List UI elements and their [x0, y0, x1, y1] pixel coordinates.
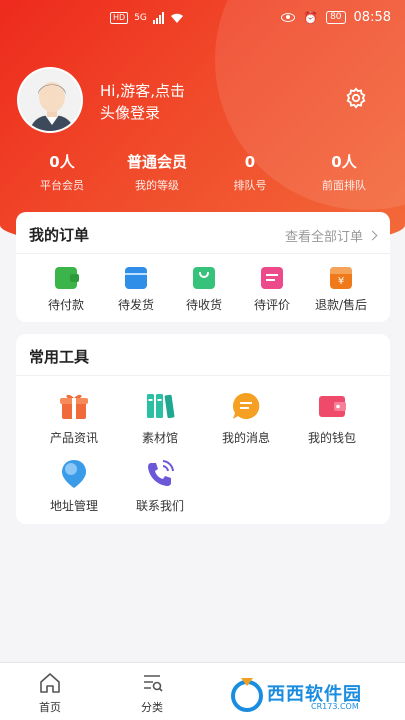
order-label: 待发货 — [117, 298, 154, 312]
tool-label: 我的消息 — [221, 431, 270, 445]
stat-label: 平台会员 — [40, 179, 84, 192]
tool-contact-us[interactable]: 联系我们 — [122, 458, 198, 514]
stat-queue-number[interactable]: 0 排队号 — [212, 152, 288, 193]
stat-value: 0人 — [49, 153, 75, 171]
stat-label: 我的等级 — [135, 179, 179, 192]
tools-title: 常用工具 — [29, 348, 90, 366]
tool-label: 联系我们 — [135, 499, 184, 513]
bottom-nav: 首页 分类 西西软件园 CR173.COM — [0, 662, 405, 720]
tool-label: 地址管理 — [49, 499, 98, 513]
watermark-sub: CR173.COM — [311, 702, 359, 711]
order-pending-payment[interactable]: 待付款 — [31, 267, 101, 313]
nav-category[interactable]: 分类 — [122, 671, 182, 715]
avatar[interactable] — [17, 67, 83, 133]
network-label: 5G — [134, 13, 147, 23]
orders-card: 我的订单 查看全部订单 待付款 待发货 待收货 待评价 ¥ 退款/售后 — [16, 212, 390, 322]
stat-my-level[interactable]: 普通会员 我的等级 — [115, 152, 199, 193]
view-all-orders-link[interactable]: 查看全部订单 — [284, 226, 378, 245]
order-pending-review[interactable]: 待评价 — [237, 267, 307, 313]
orders-title: 我的订单 — [29, 226, 90, 244]
order-label: 待评价 — [253, 298, 290, 312]
phone-icon — [144, 458, 176, 490]
comment-icon — [261, 267, 283, 289]
stat-value: 普通会员 — [126, 153, 187, 171]
status-bar: HD 5G ⏰ 80 08:58 — [0, 0, 405, 36]
stat-value: 0 — [244, 153, 256, 171]
tool-label: 产品资讯 — [49, 431, 98, 445]
settings-gear-icon[interactable] — [345, 87, 367, 109]
books-icon — [144, 390, 176, 422]
tool-my-messages[interactable]: 我的消息 — [208, 390, 284, 446]
order-label: 退款/售后 — [314, 298, 368, 312]
watermark-logo: 西西软件园 CR173.COM — [227, 674, 397, 714]
clock: 08:58 — [353, 10, 391, 25]
box-icon — [125, 267, 147, 289]
watermark-icon — [231, 678, 263, 712]
wifi-icon — [170, 13, 183, 23]
bag-icon — [193, 267, 215, 289]
tool-product-news[interactable]: 产品资讯 — [36, 390, 112, 446]
wallet-icon — [55, 267, 79, 289]
stat-platform-members[interactable]: 0人 平台会员 — [22, 152, 102, 193]
refund-icon: ¥ — [330, 267, 352, 289]
tool-material-library[interactable]: 素材馆 — [122, 390, 198, 446]
tool-address-management[interactable]: 地址管理 — [36, 458, 112, 514]
order-pending-shipment[interactable]: 待发货 — [101, 267, 171, 313]
stat-value: 0人 — [331, 153, 357, 171]
chevron-right-icon — [367, 230, 378, 241]
home-icon — [38, 671, 62, 695]
stat-label: 排队号 — [233, 179, 267, 192]
order-label: 待收货 — [185, 298, 222, 312]
alarm-icon: ⏰ — [303, 10, 319, 25]
tool-label: 素材馆 — [141, 431, 178, 445]
gift-icon — [58, 390, 90, 422]
order-label: 待付款 — [47, 298, 84, 312]
wallet-icon — [316, 390, 348, 422]
order-refund-aftersale[interactable]: ¥ 退款/售后 — [306, 267, 376, 313]
tools-card: 常用工具 产品资讯 素材馆 我的消息 我的钱包 地址管理 联系我们 — [16, 334, 390, 524]
stat-ahead-in-queue[interactable]: 0人 前面排队 — [305, 152, 383, 193]
tool-my-wallet[interactable]: 我的钱包 — [294, 390, 370, 446]
order-pending-receipt[interactable]: 待收货 — [169, 267, 239, 313]
signal-icon — [152, 12, 164, 24]
stat-label: 前面排队 — [322, 179, 366, 192]
nav-label: 首页 — [39, 701, 61, 714]
login-prompt[interactable]: Hi,游客,点击 头像登录 — [100, 80, 185, 124]
message-icon — [230, 390, 262, 422]
battery-icon: 80 — [326, 11, 346, 24]
nav-label: 分类 — [141, 701, 163, 714]
nav-home[interactable]: 首页 — [20, 671, 80, 715]
tool-label: 我的钱包 — [307, 431, 356, 445]
category-icon — [140, 671, 164, 695]
hd-badge: HD — [110, 12, 129, 24]
view-all-label: 查看全部订单 — [284, 230, 363, 245]
location-icon — [58, 458, 90, 490]
eye-icon — [281, 13, 296, 22]
login-prompt-line1: Hi,游客,点击 — [100, 82, 185, 100]
login-prompt-line2: 头像登录 — [100, 104, 161, 122]
